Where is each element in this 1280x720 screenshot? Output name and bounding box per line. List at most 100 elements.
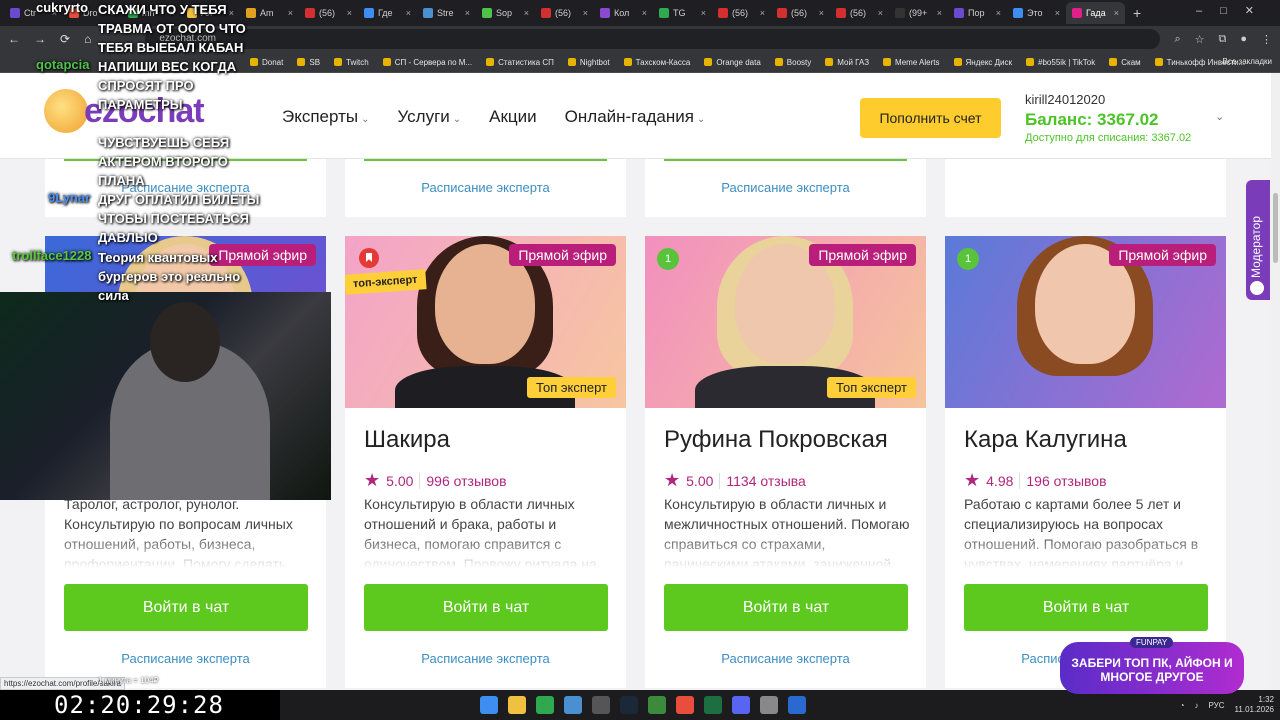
- extensions-icon[interactable]: ⧉: [1218, 33, 1226, 46]
- page-scrollbar[interactable]: [1271, 73, 1280, 690]
- xbox-icon[interactable]: [648, 696, 666, 714]
- tab-label: (56): [732, 8, 749, 18]
- tab-favicon-icon: [659, 8, 669, 18]
- expert-photo[interactable]: 1 Прямой эфир Топ эксперт: [645, 236, 926, 408]
- reviews-link[interactable]: 1134 отзыва: [726, 473, 805, 489]
- menu-icon[interactable]: ⋮: [1261, 33, 1272, 46]
- browser-icon[interactable]: [676, 696, 694, 714]
- expert-name[interactable]: Руфина Покровская: [664, 426, 888, 454]
- browser-tab[interactable]: Пор ×: [948, 2, 1007, 24]
- bookmark-item[interactable]: Тахском-Касса: [623, 58, 690, 67]
- system-clock[interactable]: 1:32 11.01.2026: [1235, 695, 1274, 715]
- bookmark-item[interactable]: Orange data: [704, 58, 761, 67]
- enter-chat-button[interactable]: Войти в чат: [964, 584, 1208, 631]
- scrollbar-thumb[interactable]: [1273, 193, 1278, 263]
- url-field[interactable]: ezochat.com: [145, 29, 1161, 49]
- excel-icon[interactable]: [704, 696, 722, 714]
- bookmark-icon[interactable]: [359, 248, 379, 268]
- browser-tab[interactable]: Гада ×: [1066, 2, 1125, 24]
- bookmark-item[interactable]: Яндекс Диск: [953, 58, 1012, 67]
- input-language[interactable]: РУС: [1209, 701, 1225, 710]
- nav-experts[interactable]: Эксперты ⌄: [282, 107, 369, 127]
- start-icon[interactable]: [480, 696, 498, 714]
- schedule-link[interactable]: Расписание эксперта: [645, 180, 926, 195]
- wifi-icon[interactable]: ◔: [1180, 701, 1185, 710]
- new-tab-button[interactable]: +: [1133, 5, 1141, 21]
- chrome-icon[interactable]: [536, 696, 554, 714]
- enter-chat-button[interactable]: Войти в чат: [64, 584, 308, 631]
- browser-tab[interactable]: (56) ×: [771, 2, 830, 24]
- bookmark-item[interactable]: Статистика СП: [486, 58, 554, 67]
- schedule-link[interactable]: Расписание эксперта: [345, 180, 626, 195]
- account-summary[interactable]: kirill24012020 Баланс: 3367.02 Доступно …: [1025, 92, 1191, 144]
- browser-tab[interactable]: Где ×: [358, 2, 417, 24]
- schedule-link[interactable]: Расписание эксперта: [645, 651, 926, 666]
- obs-icon[interactable]: [592, 696, 610, 714]
- schedule-link[interactable]: Расписание эксперта: [345, 651, 626, 666]
- close-icon[interactable]: ×: [1114, 8, 1119, 18]
- nav-services[interactable]: Услуги ⌄: [397, 107, 461, 127]
- bookmark-item[interactable]: Nightbot: [567, 57, 610, 67]
- browser-tab[interactable]: (56) ×: [712, 2, 771, 24]
- reviews-link[interactable]: 196 отзывов: [1026, 473, 1106, 489]
- browser-tab[interactable]: (56) ×: [535, 2, 594, 24]
- chat-bubble-icon[interactable]: [1247, 278, 1267, 298]
- discord-icon[interactable]: [732, 696, 750, 714]
- volume-icon[interactable]: ♪: [1195, 701, 1199, 710]
- close-icon[interactable]: ×: [642, 8, 647, 18]
- browser-tab[interactable]: (99+ ×: [889, 2, 948, 24]
- browser-tab[interactable]: (56) ×: [299, 2, 358, 24]
- bookmark-label: Nightbot: [579, 57, 610, 67]
- close-icon[interactable]: ×: [819, 8, 824, 18]
- bookmark-item[interactable]: Мой ГАЗ: [825, 58, 869, 67]
- bookmark-item[interactable]: SB: [297, 58, 320, 67]
- close-icon[interactable]: ×: [760, 8, 765, 18]
- browser-tab[interactable]: Stre ×: [417, 2, 476, 24]
- bookmark-star-icon[interactable]: ☆: [1195, 33, 1205, 46]
- close-icon[interactable]: ×: [937, 8, 942, 18]
- browser-tab[interactable]: (56) ×: [830, 2, 889, 24]
- nav-online-readings[interactable]: Онлайн-гадания ⌄: [565, 107, 706, 127]
- enter-chat-button[interactable]: Войти в чат: [364, 584, 608, 631]
- close-icon[interactable]: ×: [465, 8, 470, 18]
- window-controls[interactable]: –□✕: [1196, 4, 1272, 17]
- zoom-icon[interactable]: ⌕: [1174, 33, 1180, 46]
- app-icon[interactable]: [788, 696, 806, 714]
- expert-name[interactable]: Шакира: [364, 426, 450, 454]
- browser-tab[interactable]: Кол ×: [594, 2, 653, 24]
- bookmark-item[interactable]: Скам: [1109, 58, 1141, 67]
- nav-services-label: Услуги: [397, 107, 450, 126]
- close-icon[interactable]: ×: [406, 8, 411, 18]
- expert-name[interactable]: Кара Калугина: [964, 426, 1127, 454]
- browser-tab[interactable]: TG ×: [653, 2, 712, 24]
- folder-icon[interactable]: [508, 696, 526, 714]
- expert-photo[interactable]: 1 Прямой эфир: [945, 236, 1226, 408]
- reviews-link[interactable]: 996 отзывов: [426, 473, 506, 489]
- all-bookmarks[interactable]: Все закладки: [1223, 57, 1272, 66]
- bookmark-item[interactable]: Boosty: [774, 58, 811, 67]
- bookmark-item[interactable]: Twitch: [334, 58, 369, 67]
- bookmark-item[interactable]: #bo55ik | TikTok: [1026, 58, 1095, 67]
- app-icon[interactable]: [760, 696, 778, 714]
- browser-tab[interactable]: Это ×: [1007, 2, 1066, 24]
- browser-tab[interactable]: Sop ×: [476, 2, 535, 24]
- close-icon[interactable]: ×: [1055, 8, 1060, 18]
- enter-chat-button[interactable]: Войти в чат: [664, 584, 908, 631]
- close-icon[interactable]: ×: [878, 8, 883, 18]
- close-icon[interactable]: ×: [347, 8, 352, 18]
- close-icon[interactable]: ×: [288, 8, 293, 18]
- schedule-link[interactable]: Расписание эксперта: [45, 651, 326, 666]
- close-icon[interactable]: ×: [701, 8, 706, 18]
- nav-promotions[interactable]: Акции: [489, 107, 537, 127]
- profile-icon[interactable]: ●: [1240, 33, 1247, 46]
- bookmark-item[interactable]: СП - Сервера по М...: [382, 58, 472, 67]
- expert-photo[interactable]: топ-эксперт Прямой эфир Топ эксперт: [345, 236, 626, 408]
- steam-icon[interactable]: [620, 696, 638, 714]
- chevron-down-icon[interactable]: ⌄: [1215, 110, 1224, 123]
- bookmark-item[interactable]: Meme Alerts: [883, 58, 940, 67]
- topup-button[interactable]: Пополнить счет: [860, 98, 1001, 138]
- app-icon[interactable]: [564, 696, 582, 714]
- close-icon[interactable]: ×: [996, 8, 1001, 18]
- close-icon[interactable]: ×: [583, 8, 588, 18]
- close-icon[interactable]: ×: [524, 8, 529, 18]
